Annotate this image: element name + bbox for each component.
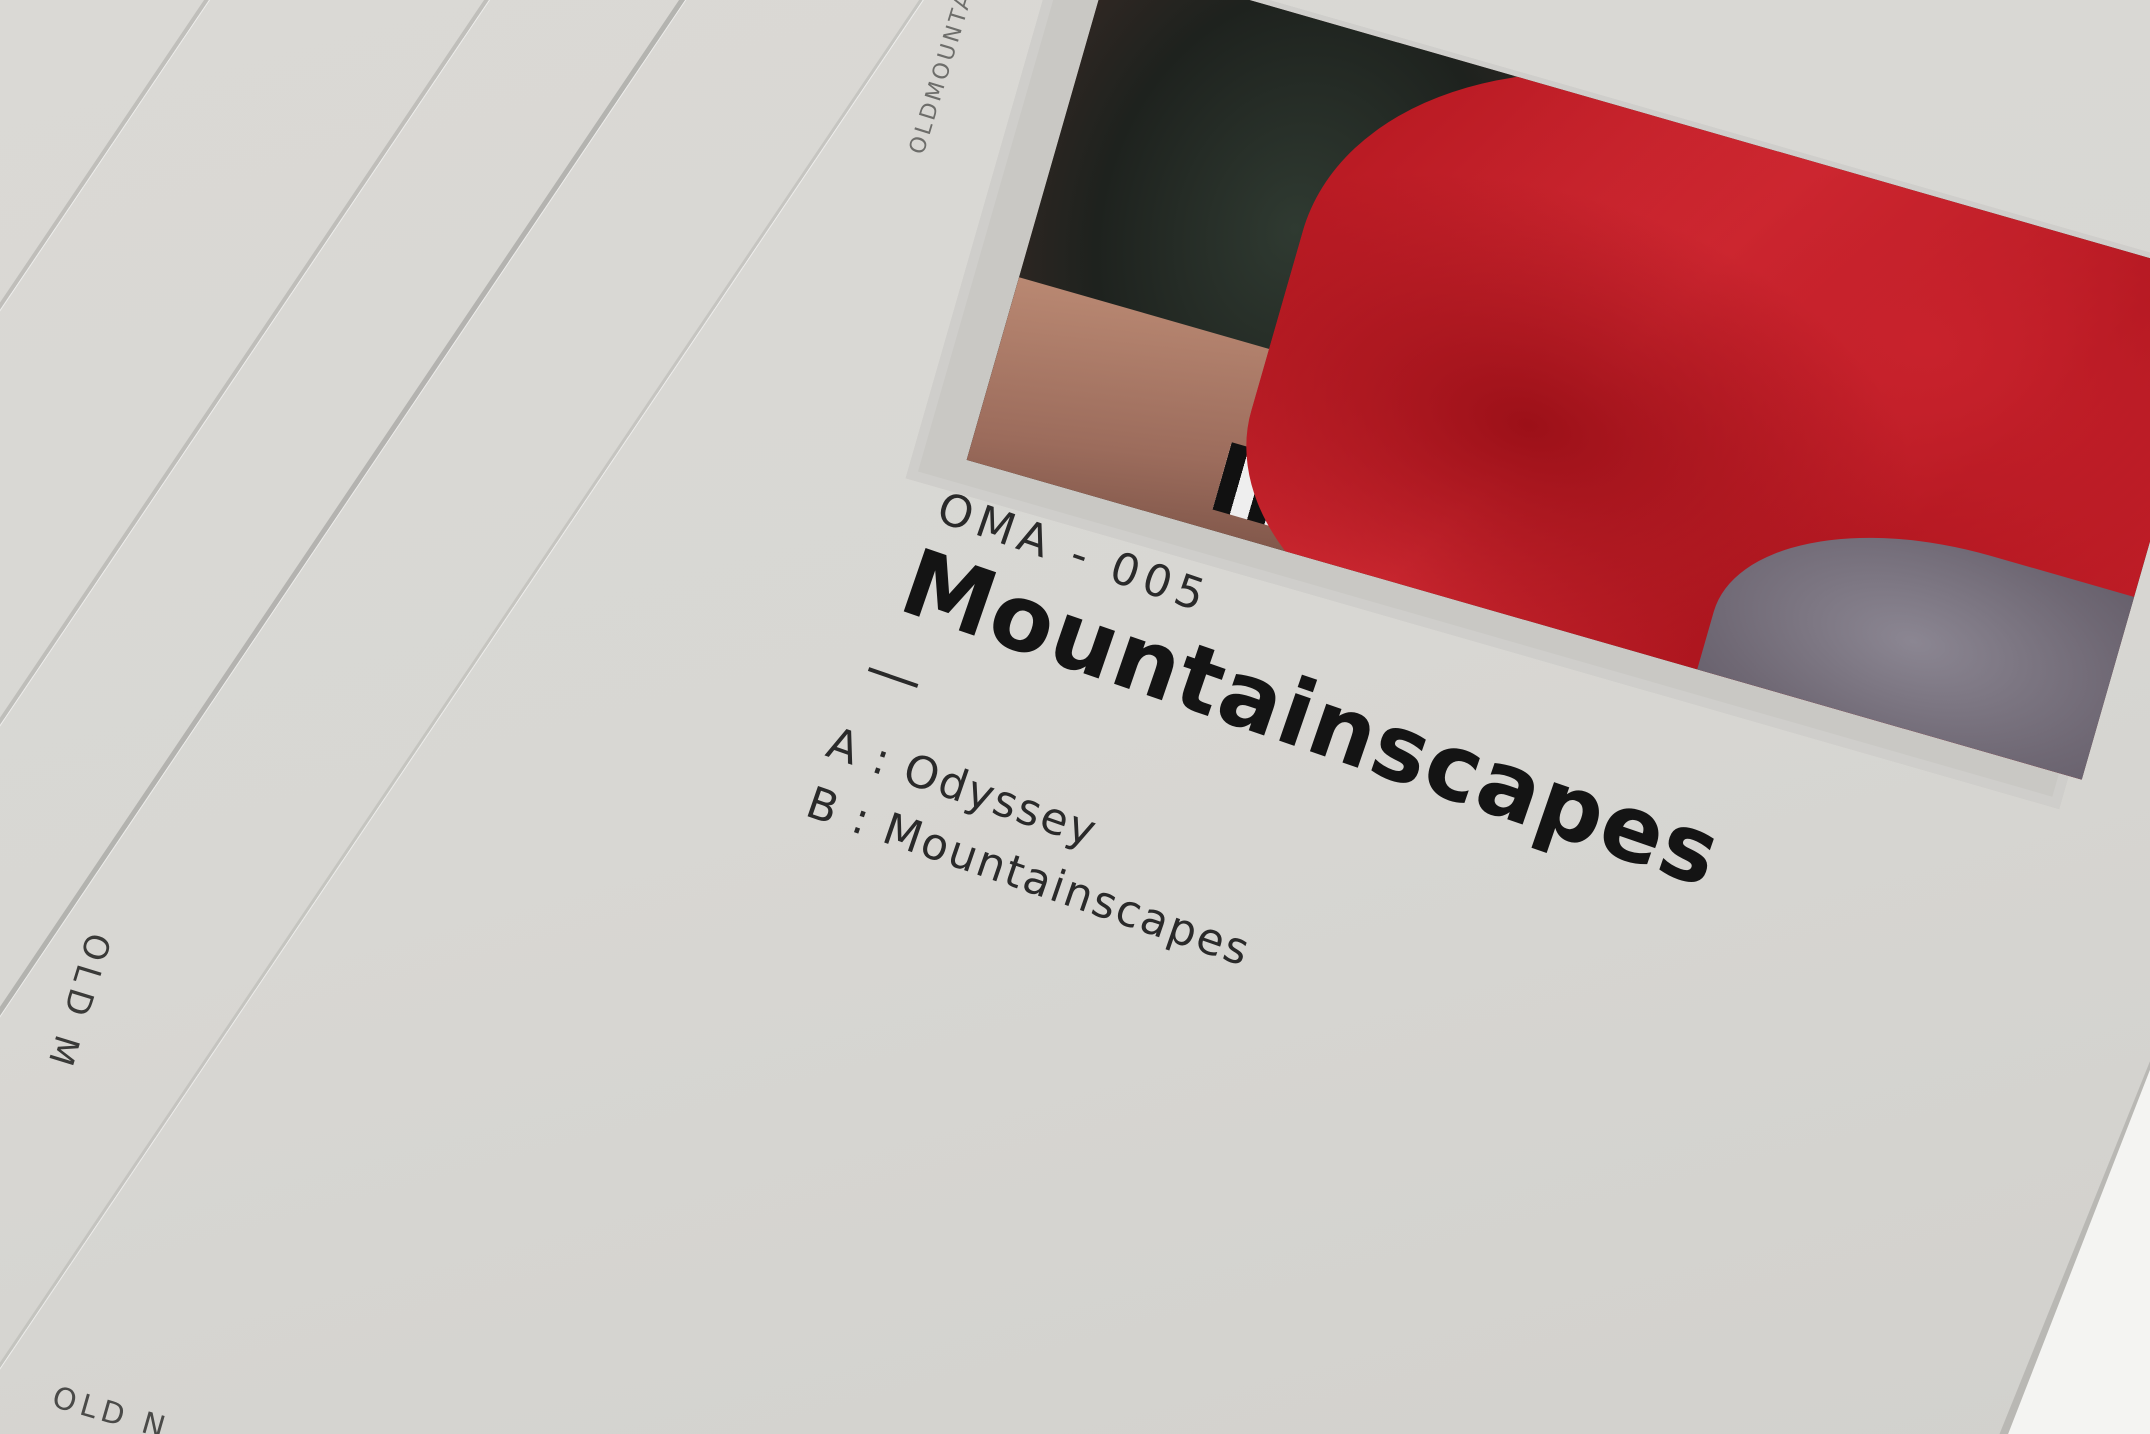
divider-dash [868,666,919,688]
scene: OLDMOUNTAIN OLD M OLD N OMA - 005 Mounta… [0,0,2150,1434]
